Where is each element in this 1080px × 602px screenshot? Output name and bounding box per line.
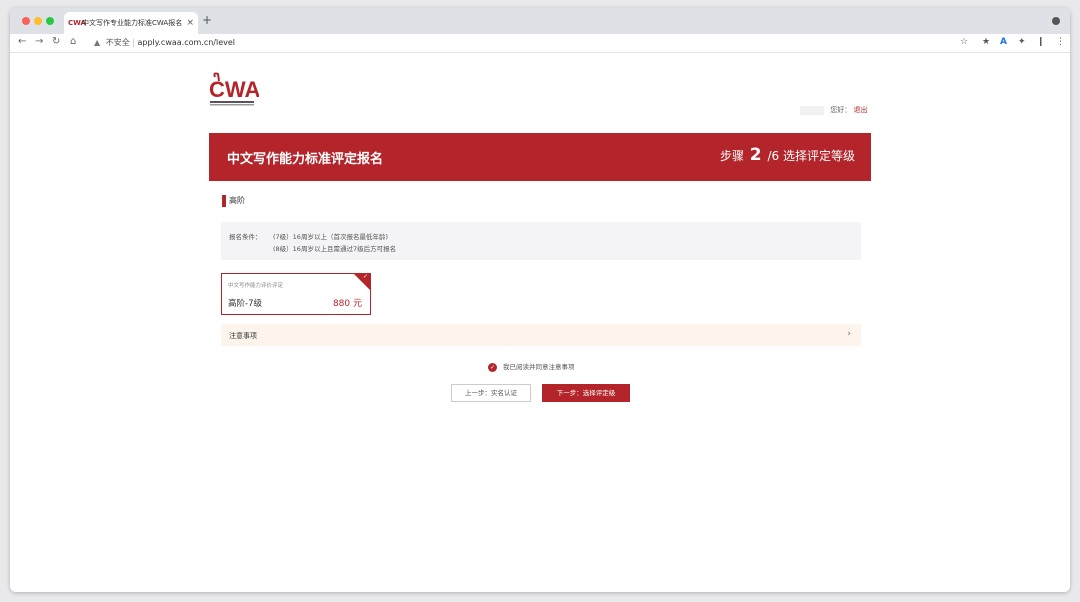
logo-text: CWA [209,77,259,102]
chevron-right-icon: › [847,329,851,339]
section-heading: 高阶 [222,195,245,207]
address-warning: 不安全 [105,38,130,47]
level-card-name: 高阶-7级 [228,299,262,309]
agree-text: 我已阅读并同意注意事项 [503,363,575,371]
browser-menu-icon[interactable] [1052,17,1060,25]
section-accent-bar [222,195,226,207]
forward-icon[interactable]: → [35,36,43,47]
minimize-window-button[interactable] [34,17,42,25]
tab-title: 中文写作专业能力标准CWA报名 [82,19,182,27]
address-bar[interactable]: ▲ 不安全 | apply.cwaa.com.cn/level [94,35,235,51]
notes-label: 注意事项 [229,332,257,340]
browser-tab[interactable]: CWA 中文写作专业能力标准CWA报名 × [64,12,198,34]
conditions-label: 报名条件： [229,233,262,241]
cwa-logo: CWA [209,72,259,106]
maximize-window-button[interactable] [46,17,54,25]
browser-window: CWA 中文写作专业能力标准CWA报名 × + ← → ↻ ⌂ ▲ 不安全 | … [10,8,1070,592]
level-card-subtitle: 中文写作能力评价评定 [228,283,284,289]
new-tab-button[interactable]: + [202,13,212,27]
page-banner: 中文写作能力标准评定报名 步骤 2 /6 选择评定等级 [209,133,871,181]
translate-extension-icon[interactable]: A [1000,37,1007,47]
tab-bar: CWA 中文写作专业能力标准CWA报名 × + [10,8,1070,34]
home-icon[interactable]: ⌂ [70,36,76,47]
section-title: 高阶 [229,196,245,205]
level-card-price: 880 元 [332,299,362,309]
profile-icon[interactable]: ❙ [1037,37,1045,47]
browser-toolbar: ← → ↻ ⌂ ▲ 不安全 | apply.cwaa.com.cn/level … [10,34,1070,53]
level-card-7[interactable]: 中文写作能力评价评定 高阶-7级 880 元 ✓ [221,273,371,315]
condition-line-1: (7级）16周岁以上（首次报名最低年龄) [273,233,388,241]
back-icon[interactable]: ← [18,36,26,47]
conditions-box: 报名条件： (7级）16周岁以上（首次报名最低年龄) (8级）16周岁以上且需通… [221,222,861,260]
step-prefix: 步骤 [719,149,744,163]
close-window-button[interactable] [22,17,30,25]
tab-close-icon[interactable]: × [186,12,194,34]
step-name: 选择评定等级 [782,149,855,163]
agree-checkbox[interactable]: ✓ [488,362,497,372]
agree-checkbox-row[interactable]: ✓ 我已阅读并同意注意事项 [488,362,575,372]
condition-line-2: (8级）16周岁以上且需通过7级后方可报名 [273,245,397,253]
next-step-button[interactable]: 下一步：选择评定级 [542,384,630,402]
page-content: CWA 您好： 退出 中文写作能力标准评定报名 步骤 2 /6 选择评定等级 高… [10,53,1070,592]
warning-icon: ▲ [94,38,101,47]
bookmark-star-icon[interactable]: ☆ [960,37,968,47]
reload-icon[interactable]: ↻ [52,36,60,47]
greeting-text: 您好 [830,106,845,114]
star-icon[interactable]: ★ [982,37,990,47]
username-placeholder [800,105,824,115]
page-title: 中文写作能力标准评定报名 [227,152,384,167]
more-menu-icon[interactable]: ⋮ [1056,37,1065,47]
user-greeting: 您好： 退出 [800,105,867,115]
address-url: apply.cwaa.com.cn/level [137,38,236,47]
step-total: /6 [767,149,780,163]
notes-accordion[interactable]: 注意事项 › [221,324,861,346]
extensions-icon[interactable]: ✦ [1018,37,1026,47]
logout-link[interactable]: 退出 [853,106,867,114]
step-current: 2 [749,145,762,165]
step-indicator: 步骤 2 /6 选择评定等级 [720,145,855,165]
check-icon: ✓ [362,273,368,280]
prev-step-button[interactable]: 上一步：实名认证 [451,384,531,402]
